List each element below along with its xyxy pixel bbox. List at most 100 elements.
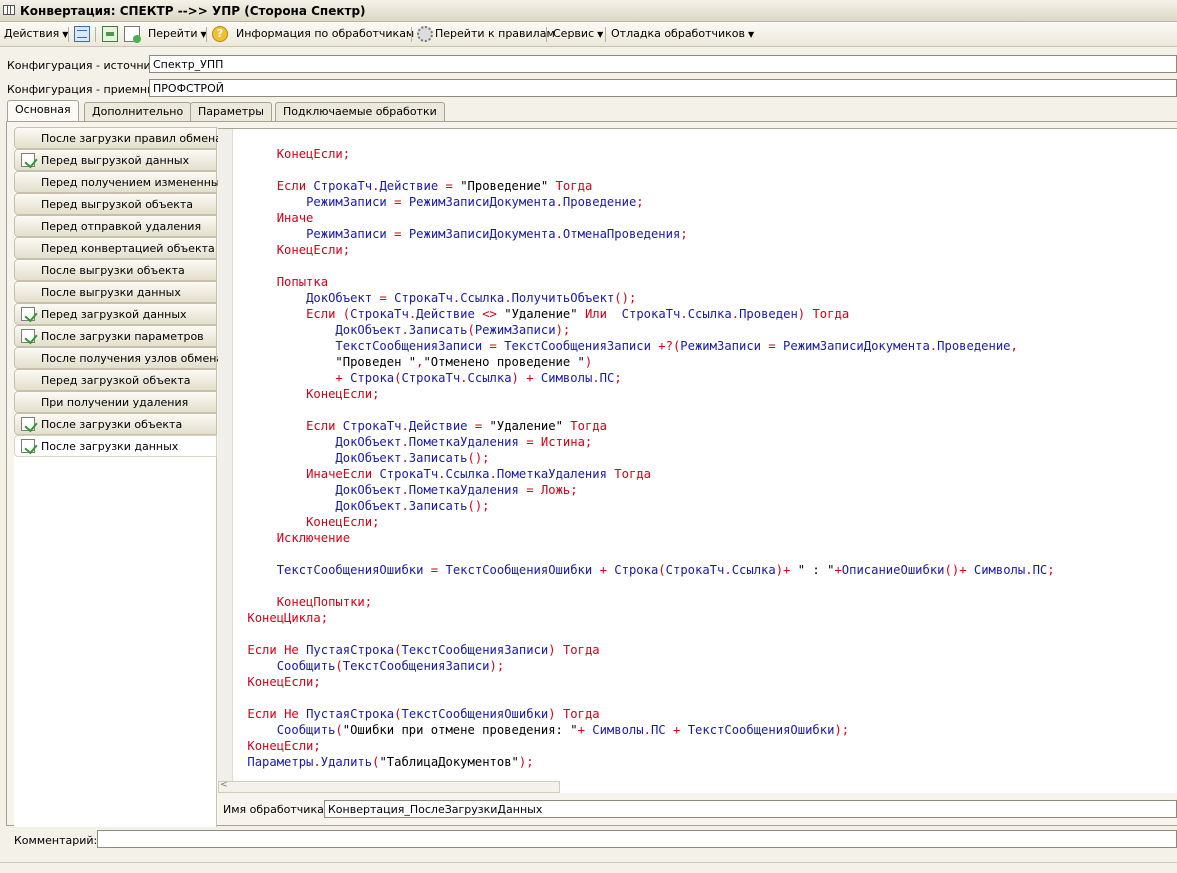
toolbar-separator bbox=[546, 27, 547, 42]
code-editor[interactable]: КонецЕсли; Если СтрокаТч.Действие = "Про… bbox=[218, 128, 1177, 793]
code-line: ДокОбъект.Записать(); bbox=[335, 451, 490, 465]
code-line: Если Не ПустаяСтрока(ТекстСообщенияЗапис… bbox=[247, 643, 600, 657]
event-handler-item[interactable]: Перед загрузкой данных bbox=[14, 303, 217, 325]
event-handler-item[interactable]: После выгрузки объекта bbox=[14, 259, 217, 281]
source-config-label: Конфигурация - источник: bbox=[7, 59, 162, 72]
event-handler-item[interactable]: Перед загрузкой объекта bbox=[14, 369, 217, 391]
code-line: КонецЕсли; bbox=[247, 675, 321, 689]
code-line: ТекстСообщенияЗаписи = ТекстСообщенияЗап… bbox=[335, 339, 1018, 353]
tab-plugins[interactable]: Подключаемые обработки bbox=[275, 102, 445, 121]
gear-icon[interactable] bbox=[417, 26, 433, 42]
target-config-label: Конфигурация - приемник: bbox=[7, 83, 165, 96]
code-line: ТекстСообщенияОшибки = ТекстСообщенияОши… bbox=[276, 563, 1055, 577]
code-line: Если СтрокаТч.Действие = "Проведение" То… bbox=[276, 179, 593, 193]
code-line: "Проведен ","Отменено проведение ") bbox=[335, 355, 593, 369]
event-handler-label: Перед выгрузкой объекта bbox=[41, 198, 194, 211]
debug-handlers-menu-button[interactable]: Отладка обработчиков ▼ bbox=[611, 26, 754, 42]
code-line: РежимЗаписи = РежимЗаписиДокумента.Прове… bbox=[306, 195, 644, 209]
goto-rules-button[interactable]: Перейти к правилам bbox=[435, 26, 555, 42]
goto-label: Перейти bbox=[148, 27, 198, 40]
event-handler-item[interactable]: После загрузки параметров bbox=[14, 325, 217, 347]
dropdown-arrow-icon: ▼ bbox=[748, 30, 755, 39]
code-line: КонецЕсли; bbox=[276, 243, 351, 257]
help-icon[interactable]: ? bbox=[212, 26, 228, 42]
scroll-left-icon[interactable]: < bbox=[220, 780, 228, 790]
code-line: ДокОбъект.Записать(РежимЗаписи); bbox=[335, 323, 571, 337]
code-line: ДокОбъект.ПометкаУдаления = Ложь; bbox=[335, 483, 578, 497]
event-handler-label: После загрузки данных bbox=[41, 440, 179, 453]
code-line: КонецЕсли; bbox=[276, 147, 351, 161]
event-handler-item[interactable]: После загрузки объекта bbox=[14, 413, 217, 435]
code-line: КонецЕсли; bbox=[247, 739, 321, 753]
horizontal-scrollbar[interactable]: < bbox=[218, 780, 560, 793]
event-handler-label: Перед отправкой удаления bbox=[41, 220, 202, 233]
code-line: ДокОбъект.Записать(); bbox=[335, 499, 490, 513]
code-line: Попытка bbox=[276, 275, 329, 289]
event-handler-item[interactable]: Перед отправкой удаления bbox=[14, 215, 217, 237]
goto-menu-button[interactable]: Перейти ▼ bbox=[148, 26, 207, 42]
service-menu-button[interactable]: Сервис ▼ bbox=[553, 26, 603, 42]
tab-main[interactable]: Основная bbox=[7, 100, 79, 122]
event-handler-label: После выгрузки данных bbox=[41, 286, 181, 299]
code-line: КонецЦикла; bbox=[247, 611, 329, 625]
code-line: ДокОбъект = СтрокаТч.Ссылка.ПолучитьОбъе… bbox=[306, 291, 637, 305]
handler-name-label: Имя обработчика: bbox=[223, 803, 328, 816]
refresh-icon[interactable] bbox=[102, 26, 118, 42]
event-handler-item[interactable]: После выгрузки данных bbox=[14, 281, 217, 303]
comment-field[interactable] bbox=[97, 830, 1177, 848]
event-handler-item[interactable]: После получения узлов обмена bbox=[14, 347, 223, 369]
tab-additional[interactable]: Дополнительно bbox=[84, 102, 192, 121]
debug-handlers-label: Отладка обработчиков bbox=[611, 27, 745, 40]
service-label: Сервис bbox=[553, 27, 595, 40]
code-text: КонецЕсли; Если СтрокаТч.Действие = "Про… bbox=[218, 146, 1055, 770]
handler-set-icon bbox=[21, 417, 35, 431]
window-title-bar: Конвертация: СПЕКТР -->> УПР (Сторона Сп… bbox=[0, 0, 1177, 22]
event-handler-item[interactable]: Перед выгрузкой данных bbox=[14, 149, 217, 171]
code-line: КонецЕсли; bbox=[306, 515, 380, 529]
event-handler-item[interactable]: Перед выгрузкой объекта bbox=[14, 193, 217, 215]
handler-name-field[interactable]: Конвертация_ПослеЗагрузкиДанных bbox=[324, 800, 1177, 818]
event-handler-label: Перед загрузкой данных bbox=[41, 308, 187, 321]
event-handler-item[interactable]: После загрузки правил обмена bbox=[14, 127, 222, 149]
event-handler-label: После загрузки параметров bbox=[41, 330, 204, 343]
code-line: КонецЕсли; bbox=[306, 387, 380, 401]
code-line: Если (СтрокаТч.Действие <> "Удаление" Ил… bbox=[306, 307, 850, 321]
event-handler-label: Перед конвертацией объекта bbox=[41, 242, 215, 255]
toolbar-separator bbox=[95, 27, 96, 42]
source-config-field[interactable]: Спектр_УПП bbox=[149, 55, 1177, 73]
event-handler-label: Перед выгрузкой данных bbox=[41, 154, 190, 167]
tab-parameters[interactable]: Параметры bbox=[190, 102, 272, 121]
code-line: Сообщить(ТекстСообщенияЗаписи); bbox=[276, 659, 505, 673]
event-handler-item[interactable]: Перед конвертацией объекта bbox=[14, 237, 217, 259]
event-handler-label: Перед загрузкой объекта bbox=[41, 374, 191, 387]
comment-label: Комментарий: bbox=[14, 834, 98, 847]
event-handler-item[interactable]: Перед получением измененных bbox=[14, 171, 226, 193]
event-handler-label: После загрузки правил обмена bbox=[41, 132, 222, 145]
code-line: Исключение bbox=[276, 531, 351, 545]
handler-set-icon bbox=[21, 329, 35, 343]
code-line: ИначеЕсли СтрокаТч.Ссылка.ПометкаУдалени… bbox=[306, 467, 651, 481]
code-line: РежимЗаписи = РежимЗаписиДокумента.Отмен… bbox=[306, 227, 688, 241]
event-handler-label: После загрузки объекта bbox=[41, 418, 183, 431]
event-handler-item[interactable]: После загрузки данных bbox=[14, 435, 217, 457]
event-handlers-list: После загрузки правил обмена Перед выгруз… bbox=[14, 127, 226, 827]
handlers-info-button[interactable]: Информация по обработчикам ... bbox=[236, 26, 428, 42]
new-document-icon[interactable] bbox=[124, 26, 141, 43]
toolbar: Действия ▼ Перейти ▼ ? Информация по обраб… bbox=[0, 22, 1177, 47]
code-line: Если Не ПустаяСтрока(ТекстСообщенияОшибк… bbox=[247, 707, 600, 721]
list-icon[interactable] bbox=[74, 26, 90, 42]
code-line: + Строка(СтрокаТч.Ссылка) + Символы.ПС; bbox=[335, 371, 622, 385]
dropdown-arrow-icon: ▼ bbox=[597, 30, 604, 39]
code-line: Иначе bbox=[276, 211, 314, 225]
toolbar-separator bbox=[68, 27, 69, 42]
actions-menu-button[interactable]: Действия ▼ bbox=[4, 26, 68, 42]
event-handler-label: Перед получением измененных bbox=[41, 176, 227, 189]
code-line: КонецПопытки; bbox=[276, 595, 373, 609]
event-handler-item[interactable]: При получении удаления bbox=[14, 391, 217, 413]
event-handler-label: При получении удаления bbox=[41, 396, 189, 409]
toolbar-separator bbox=[411, 27, 412, 42]
target-config-field[interactable]: ПРОФСТРОЙ bbox=[149, 79, 1177, 97]
